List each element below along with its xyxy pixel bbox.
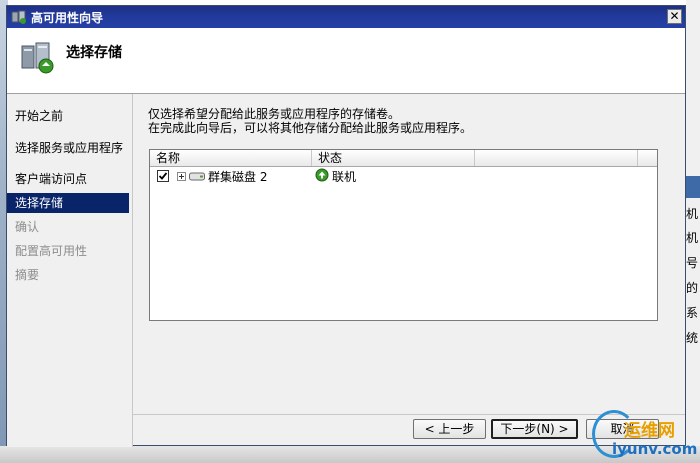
- row-checkbox[interactable]: [157, 170, 169, 182]
- background-text: 统: [686, 331, 699, 345]
- close-icon: ✕: [669, 9, 680, 23]
- background-text: 的: [686, 281, 699, 295]
- wizard-header: 选择存储: [7, 28, 685, 94]
- watermark-cn: 运维网: [624, 421, 675, 441]
- step-summary: 摘要: [15, 268, 40, 282]
- background-text: 号: [686, 256, 699, 270]
- next-button[interactable]: 下一步(N) >: [491, 419, 578, 439]
- page-title: 选择存储: [66, 45, 122, 61]
- cluster-wizard-icon: [21, 42, 54, 74]
- site-watermark: 运维网 iyunv.com: [592, 410, 700, 463]
- table-row[interactable]: 群集磁盘 2 联机: [150, 167, 657, 185]
- column-header-name[interactable]: 名称: [150, 150, 312, 166]
- storage-list[interactable]: 名称 状态 群集磁盘 2 联机: [149, 149, 658, 321]
- wizard-steps: 开始之前 选择服务或应用程序 客户端访问点 选择存储 确认 配置高可用性 摘要: [7, 94, 133, 447]
- column-header-status[interactable]: 状态: [312, 150, 475, 166]
- step-before-you-begin[interactable]: 开始之前: [7, 106, 129, 126]
- watermark-en: iyunv.com: [612, 440, 698, 458]
- step-confirmation: 确认: [15, 220, 40, 234]
- expand-icon[interactable]: [177, 172, 186, 181]
- check-icon: [158, 172, 168, 180]
- cell-name: 群集磁盘 2: [208, 170, 268, 184]
- close-button[interactable]: ✕: [667, 9, 682, 24]
- background-window-right: 机 机 号 的 系 统: [686, 0, 700, 463]
- disk-icon: [189, 172, 205, 181]
- step-configure-ha: 配置高可用性: [15, 244, 88, 258]
- background-selection-strip: [686, 176, 700, 198]
- step-select-storage[interactable]: 选择存储: [7, 193, 129, 213]
- cluster-icon: [11, 10, 26, 24]
- window-title: 高可用性向导: [31, 11, 104, 25]
- column-header-empty[interactable]: [475, 150, 638, 166]
- background-text: 机: [686, 231, 699, 245]
- step-client-access-point[interactable]: 客户端访问点: [7, 169, 129, 189]
- background-text: 机: [686, 207, 699, 221]
- cell-status: 联机: [332, 170, 357, 184]
- previous-button[interactable]: < 上一步: [413, 419, 486, 439]
- online-status-icon: [315, 168, 329, 182]
- wizard-window: 高可用性向导 ✕ 选择存储 开始之前 选择服务或应用程序 客户端访问点 选择存储…: [6, 5, 686, 447]
- description-line-2: 在完成此向导后，可以将其他存储分配给此服务或应用程序。: [148, 121, 473, 135]
- background-text: 系: [686, 306, 699, 320]
- title-bar[interactable]: 高可用性向导 ✕: [7, 6, 685, 28]
- list-header: 名称 状态: [150, 150, 657, 167]
- step-select-service[interactable]: 选择服务或应用程序: [7, 138, 129, 158]
